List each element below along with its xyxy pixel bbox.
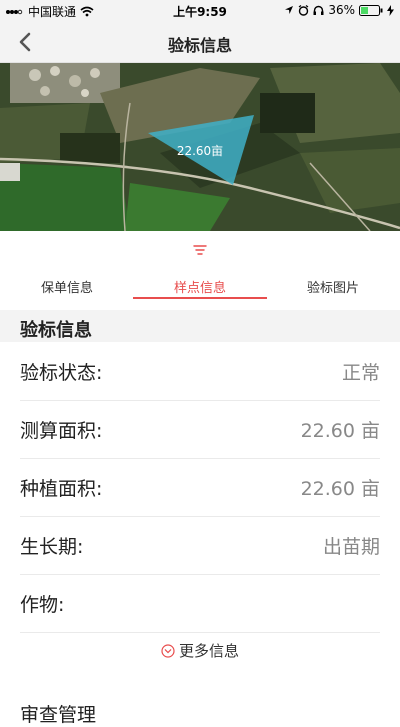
map-building bbox=[0, 163, 20, 181]
row-value: 22.60 亩 bbox=[300, 478, 380, 500]
info-row-planting-area: 种植面积: 22.60 亩 bbox=[20, 458, 380, 517]
charging-icon bbox=[387, 4, 394, 16]
map-tree-patch bbox=[260, 93, 315, 133]
tab-inspection-images[interactable]: 验标图片 bbox=[294, 277, 372, 296]
nav-bar: 验标信息 bbox=[0, 22, 400, 63]
alarm-icon bbox=[298, 4, 309, 16]
page-title: 验标信息 bbox=[167, 36, 232, 55]
more-info-button[interactable]: 更多信息 bbox=[0, 640, 400, 661]
battery-icon bbox=[359, 4, 383, 16]
row-value: 22.60 亩 bbox=[300, 420, 380, 442]
info-row-measured-area: 测算面积: 22.60 亩 bbox=[20, 400, 380, 459]
row-label: 生长期: bbox=[20, 536, 84, 558]
status-bar: 中国联通 上午9:59 36% bbox=[0, 0, 400, 22]
section-title: 验标信息 bbox=[20, 320, 92, 341]
headphones-icon bbox=[313, 5, 324, 15]
row-value: 出苗期 bbox=[322, 536, 380, 558]
active-tab-indicator bbox=[133, 297, 267, 299]
row-label: 测算面积: bbox=[20, 420, 103, 442]
tab-sample-info[interactable]: 样点信息 bbox=[161, 277, 239, 296]
battery-percent: 36% bbox=[328, 3, 355, 17]
map-tree-patch bbox=[60, 133, 120, 163]
info-row-growth-stage: 生长期: 出苗期 bbox=[20, 516, 380, 575]
row-label: 作物: bbox=[20, 594, 65, 616]
chevron-down-circle-icon bbox=[161, 644, 175, 658]
sort-handle-icon[interactable] bbox=[192, 244, 208, 256]
next-section-title: 审查管理 bbox=[20, 704, 97, 726]
row-label: 种植面积: bbox=[20, 478, 103, 500]
plot-area-label: 22.60亩 bbox=[177, 143, 223, 158]
row-label: 验标状态: bbox=[20, 362, 103, 384]
status-right: 36% bbox=[284, 3, 394, 17]
row-value: 正常 bbox=[341, 362, 380, 384]
info-row-status: 验标状态: 正常 bbox=[20, 342, 380, 401]
section-header: 验标信息 bbox=[0, 310, 400, 342]
more-info-label: 更多信息 bbox=[178, 642, 239, 660]
tab-policy-info[interactable]: 保单信息 bbox=[28, 277, 106, 296]
location-arrow-icon bbox=[285, 6, 294, 14]
info-row-crop: 作物: bbox=[20, 574, 380, 633]
satellite-map[interactable]: 22.60亩 bbox=[0, 63, 400, 231]
map-imagery: 22.60亩 bbox=[0, 63, 400, 231]
